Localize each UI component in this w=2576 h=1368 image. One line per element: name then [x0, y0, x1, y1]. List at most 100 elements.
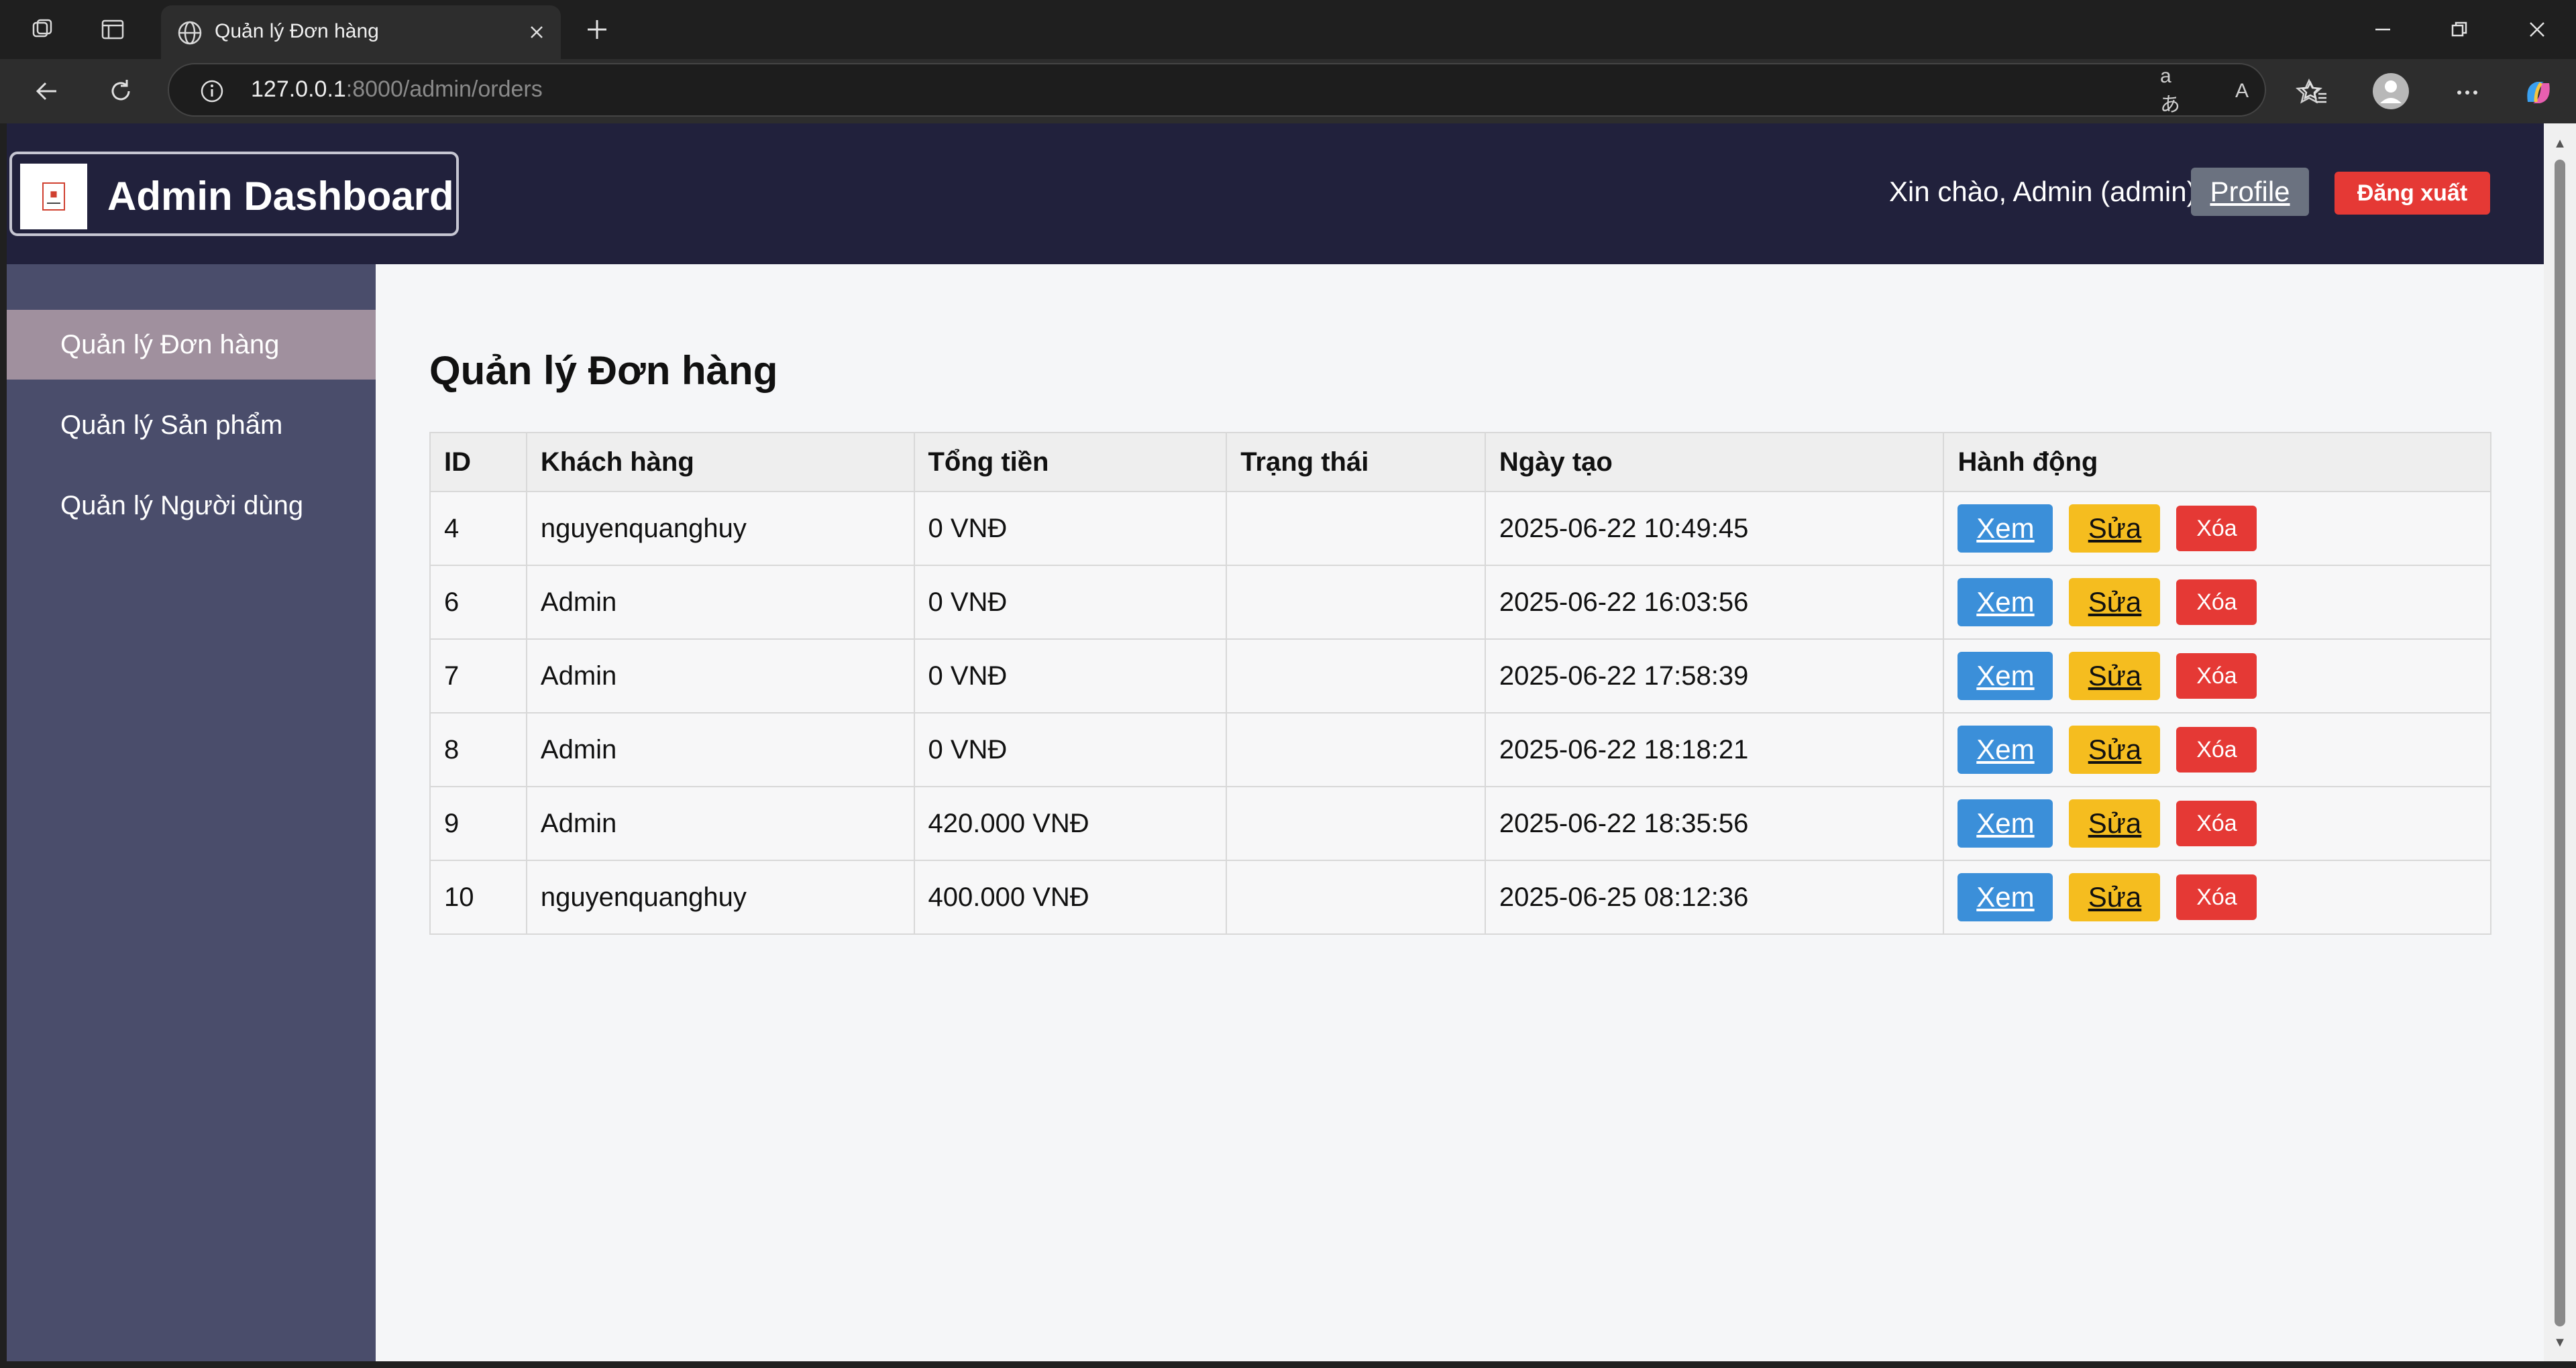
translate-icon[interactable]: aあ — [2160, 65, 2190, 116]
scroll-down-arrow-icon[interactable]: ▼ — [2552, 1334, 2568, 1351]
cell-id: 4 — [429, 491, 527, 566]
svg-text:■: ■ — [50, 189, 57, 198]
workspaces-icon[interactable] — [27, 13, 59, 46]
delete-button[interactable]: Xóa — [2176, 801, 2257, 846]
close-tab-icon[interactable] — [522, 17, 551, 47]
cell-id: 7 — [429, 638, 527, 714]
restore-icon[interactable] — [2439, 9, 2479, 50]
cell-actions: Xem Sửa Xóa — [1943, 565, 2491, 640]
cell-total: 400.000 VNĐ — [913, 860, 1228, 935]
cell-status — [1226, 712, 1486, 787]
cell-total: 0 VNĐ — [913, 565, 1228, 640]
edit-button[interactable]: Sửa — [2069, 799, 2161, 848]
cell-created: 2025-06-22 18:35:56 — [1484, 786, 1945, 861]
url-text[interactable]: 127.0.0.1:8000/admin/orders — [251, 76, 543, 103]
cell-customer: Admin — [525, 712, 915, 787]
tab-title: Quản lý Đơn hàng — [215, 20, 379, 42]
cell-customer: Admin — [525, 565, 915, 640]
table-row: 6 Admin 0 VNĐ 2025-06-22 16:03:56 Xem Sửa Xóa — [429, 565, 2491, 640]
column-header-id[interactable]: ID — [429, 432, 527, 492]
cell-status — [1226, 860, 1486, 935]
tab-actions-icon[interactable] — [97, 13, 129, 46]
scrollbar-thumb[interactable] — [2555, 160, 2565, 1326]
cell-total: 0 VNĐ — [913, 638, 1228, 714]
brand-box[interactable]: ■ Admin Dashboard — [9, 152, 459, 236]
page-viewport: ■ Admin Dashboard Xin chào, Admin (admin… — [7, 123, 2544, 1361]
cell-customer: nguyenquanghuy — [525, 860, 915, 935]
edit-button[interactable]: Sửa — [2069, 652, 2161, 700]
minimize-icon[interactable] — [2363, 9, 2403, 50]
column-header-created[interactable]: Ngày tạo — [1484, 432, 1945, 492]
edit-button[interactable]: Sửa — [2069, 578, 2161, 626]
view-button[interactable]: Xem — [1957, 799, 2053, 848]
delete-button[interactable]: Xóa — [2176, 653, 2257, 699]
cell-id: 9 — [429, 786, 527, 861]
page-title: Quản lý Đơn hàng — [429, 348, 778, 393]
edit-button[interactable]: Sửa — [2069, 873, 2161, 921]
view-button[interactable]: Xem — [1957, 504, 2053, 553]
profile-button[interactable]: Profile — [2191, 168, 2309, 216]
cell-actions: Xem Sửa Xóa — [1943, 786, 2491, 861]
column-header-customer[interactable]: Khách hàng — [525, 432, 915, 492]
table-row: 8 Admin 0 VNĐ 2025-06-22 18:18:21 Xem Sửa Xóa — [429, 712, 2491, 787]
logout-button[interactable]: Đăng xuất — [2334, 172, 2490, 215]
read-aloud-icon[interactable]: A — [2227, 76, 2257, 106]
more-options-icon[interactable] — [2450, 75, 2485, 110]
table-row: 7 Admin 0 VNĐ 2025-06-22 17:58:39 Xem Sửa Xóa — [429, 638, 2491, 714]
cell-actions: Xem Sửa Xóa — [1943, 491, 2491, 566]
url-path: :8000/admin/orders — [345, 76, 543, 102]
view-button[interactable]: Xem — [1957, 652, 2053, 700]
scroll-up-arrow-icon[interactable]: ▲ — [2552, 135, 2568, 152]
browser-tab-active[interactable]: Quản lý Đơn hàng — [161, 5, 561, 59]
cell-customer: Admin — [525, 786, 915, 861]
url-host: 127.0.0.1 — [251, 76, 346, 102]
copilot-icon[interactable] — [2520, 74, 2557, 111]
sidebar-item-orders[interactable]: Quản lý Đơn hàng — [7, 310, 376, 380]
cell-total: 420.000 VNĐ — [913, 786, 1228, 861]
delete-button[interactable]: Xóa — [2176, 727, 2257, 773]
sidebar-item-users[interactable]: Quản lý Người dùng — [7, 471, 376, 540]
column-header-status[interactable]: Trạng thái — [1226, 432, 1486, 492]
favorites-list-icon[interactable] — [2297, 75, 2332, 110]
view-button[interactable]: Xem — [1957, 578, 2053, 626]
brand-title: Admin Dashboard — [107, 174, 454, 219]
delete-button[interactable]: Xóa — [2176, 874, 2257, 920]
edit-button[interactable]: Sửa — [2069, 504, 2161, 553]
column-header-actions: Hành động — [1943, 432, 2491, 492]
cell-id: 10 — [429, 860, 527, 935]
delete-button[interactable]: Xóa — [2176, 579, 2257, 625]
close-window-icon[interactable] — [2517, 9, 2557, 50]
new-tab-icon[interactable] — [580, 12, 614, 47]
page-scrollbar[interactable]: ▲ ▼ — [2544, 123, 2576, 1361]
cell-total: 0 VNĐ — [913, 491, 1228, 566]
cell-status — [1226, 638, 1486, 714]
cell-created: 2025-06-22 10:49:45 — [1484, 491, 1945, 566]
cell-created: 2025-06-22 18:18:21 — [1484, 712, 1945, 787]
refresh-icon[interactable] — [103, 74, 138, 109]
cell-status — [1226, 786, 1486, 861]
delete-button[interactable]: Xóa — [2176, 506, 2257, 551]
cell-actions: Xem Sửa Xóa — [1943, 712, 2491, 787]
sidebar-item-products[interactable]: Quản lý Sản phẩm — [7, 390, 376, 460]
cell-created: 2025-06-25 08:12:36 — [1484, 860, 1945, 935]
view-button[interactable]: Xem — [1957, 873, 2053, 921]
view-button[interactable]: Xem — [1957, 726, 2053, 774]
address-bar[interactable]: 127.0.0.1:8000/admin/orders aあ A — [168, 63, 2322, 117]
profile-avatar-icon[interactable] — [2372, 72, 2410, 110]
orders-table: ID Khách hàng Tổng tiền Trạng thái Ngày … — [429, 432, 2491, 935]
cell-created: 2025-06-22 16:03:56 — [1484, 565, 1945, 640]
cell-actions: Xem Sửa Xóa — [1943, 860, 2491, 935]
cell-actions: Xem Sửa Xóa — [1943, 638, 2491, 714]
browser-toolbar: 127.0.0.1:8000/admin/orders aあ A — [0, 59, 2576, 123]
column-header-total[interactable]: Tổng tiền — [913, 432, 1228, 492]
site-info-icon[interactable] — [197, 76, 227, 106]
cell-id: 6 — [429, 565, 527, 640]
cell-status — [1226, 565, 1486, 640]
cell-created: 2025-06-22 17:58:39 — [1484, 638, 1945, 714]
edit-button[interactable]: Sửa — [2069, 726, 2161, 774]
cell-id: 8 — [429, 712, 527, 787]
cell-status — [1226, 491, 1486, 566]
back-arrow-icon[interactable] — [30, 74, 64, 109]
globe-icon — [176, 19, 204, 47]
table-row: 4 nguyenquanghuy 0 VNĐ 2025-06-22 10:49:45 X… — [429, 491, 2491, 566]
